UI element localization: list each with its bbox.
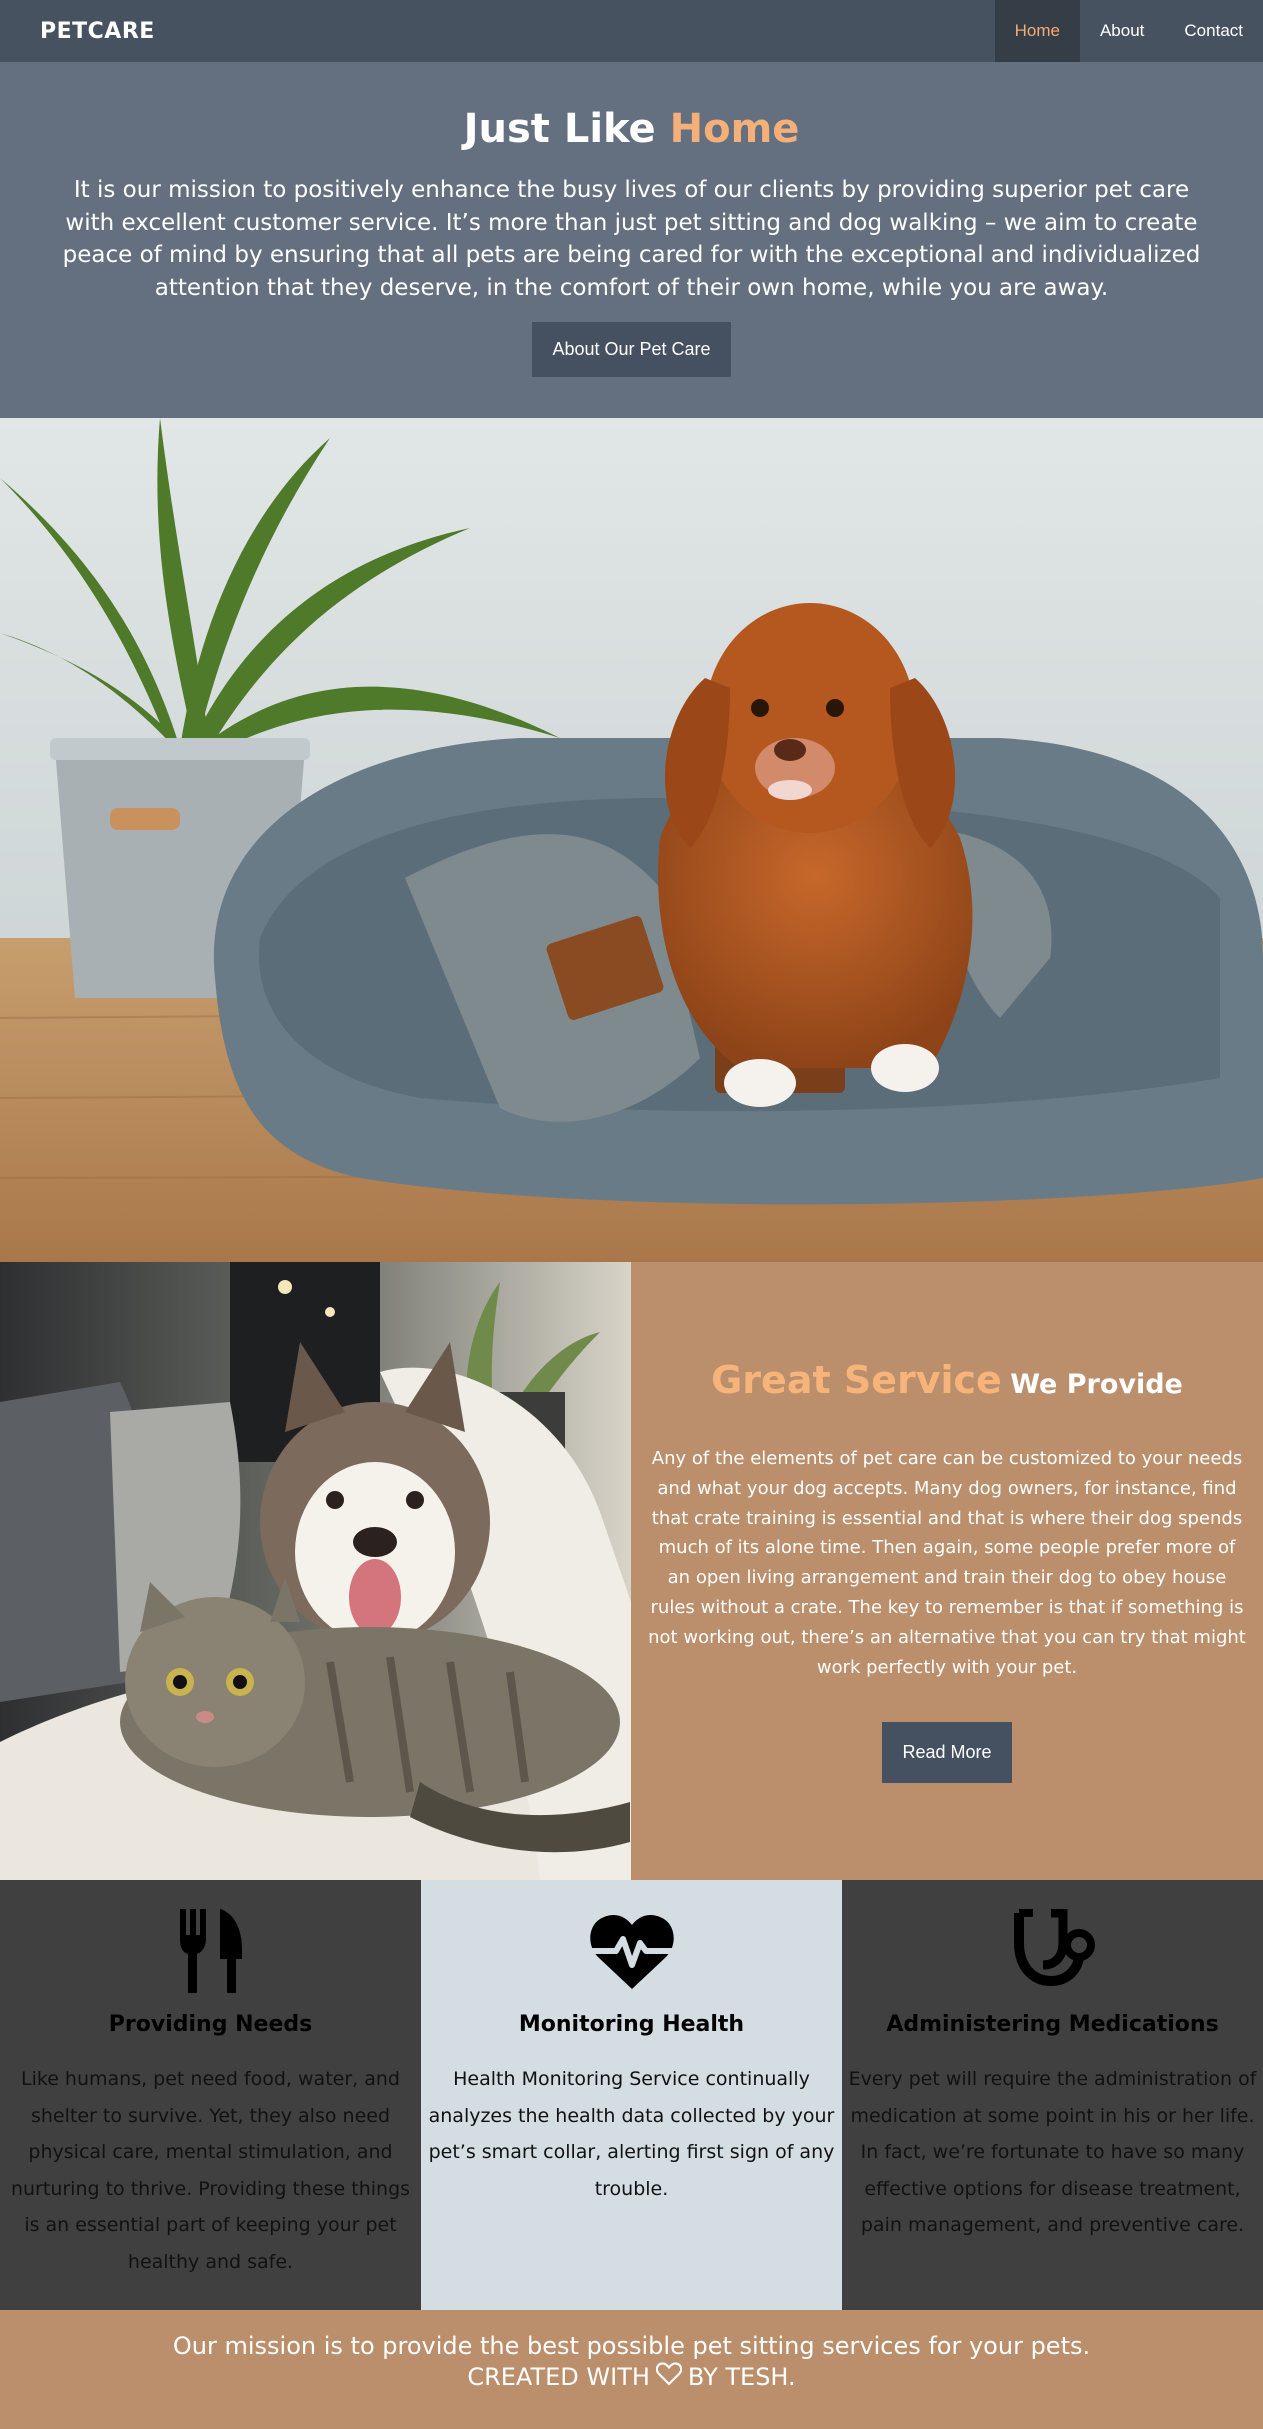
feature-title: Providing Needs (108, 2012, 313, 2037)
credit-text-after: BY TESH. (687, 2363, 796, 2391)
fork-knife-icon (0, 1908, 421, 1994)
feature-description: Every pet will require the administratio… (848, 2068, 1257, 2236)
service-section: Great Service We Provide Any of the elem… (0, 1262, 1263, 1880)
heart-outline-icon (655, 2362, 683, 2392)
feature-providing-needs: Providing Needs Like humans, pet need fo… (0, 1880, 421, 2310)
brand-logo[interactable]: PETCARE (0, 19, 155, 44)
service-title-rest: We Provide (1010, 1369, 1183, 1400)
dog-on-bed-photo (0, 418, 1263, 1262)
feature-monitoring-health: Monitoring Health Health Monitoring Serv… (421, 1880, 842, 2310)
dog-photo-illustration (0, 418, 1263, 1262)
credit-text-before: CREATED WITH (467, 2363, 650, 2391)
service-title-accent: Great Service (711, 1358, 1002, 1402)
stethoscope-icon (842, 1908, 1263, 1994)
features-section: Providing Needs Like humans, pet need fo… (0, 1880, 1263, 2310)
feature-title: Administering Medications (886, 2012, 1219, 2037)
read-more-button[interactable]: Read More (882, 1722, 1012, 1784)
service-title: Great Service We Provide (631, 1358, 1263, 1402)
hero-section: Just Like Home It is our mission to posi… (0, 62, 1263, 418)
service-description: Any of the elements of pet care can be c… (648, 1448, 1246, 1678)
about-pet-care-button[interactable]: About Our Pet Care (532, 322, 731, 377)
hero-title: Just Like Home (0, 106, 1263, 152)
nav-link-contact[interactable]: Contact (1164, 0, 1263, 62)
footer-mission-text: Our mission is to provide the best possi… (172, 2332, 1091, 2360)
feature-description: Like humans, pet need food, water, and s… (10, 2068, 411, 2273)
hero-title-main: Just Like (463, 106, 656, 152)
dog-and-cat-illustration (0, 1262, 631, 1880)
dog-and-cat-photo (0, 1262, 631, 1880)
footer: Our mission is to provide the best possi… (0, 2310, 1263, 2429)
nav-link-about[interactable]: About (1080, 0, 1164, 62)
great-service-panel: Great Service We Provide Any of the elem… (631, 1262, 1263, 1880)
heartbeat-icon (421, 1908, 842, 1994)
hero-mission-text: It is our mission to positively enhance … (62, 177, 1201, 301)
nav-links: Home About Contact (994, 0, 1263, 62)
feature-description: Health Monitoring Service continually an… (428, 2068, 835, 2200)
nav-link-home[interactable]: Home (994, 0, 1080, 62)
top-navbar: PETCARE Home About Contact (0, 0, 1263, 62)
footer-credit: CREATED WITH BY TESH. (0, 2362, 1263, 2392)
feature-title: Monitoring Health (518, 2012, 745, 2037)
feature-administering-medications: Administering Medications Every pet will… (842, 1880, 1263, 2310)
hero-title-accent: Home (669, 106, 800, 152)
